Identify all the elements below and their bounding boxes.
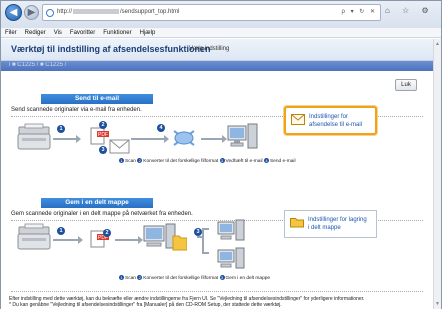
menu-view[interactable]: Vis	[54, 28, 62, 37]
url-path: /sendsupport_top.html	[120, 9, 180, 15]
envelope-icon	[291, 114, 305, 125]
computer-icon	[217, 247, 245, 269]
browser-toolbar: ◀ ▶ http:// /sendsupport_top.html ρ ▾ ↻ ✕…	[1, 1, 441, 28]
flow-arrow	[201, 135, 227, 143]
flow-arrow	[115, 236, 143, 244]
printer-icon	[17, 123, 51, 150]
page-title: Værktøj til indstilling af afsendelsesfu…	[11, 44, 211, 54]
menu-bar: Filer Rediger Vis Favoritter Funktioner …	[1, 28, 441, 38]
flow-arrow	[131, 135, 169, 143]
folder-steps-caption: 1 Scan 2 Konverter til det forskellige fil…	[119, 275, 271, 281]
url-prefix: http://	[57, 9, 73, 15]
email-steps-caption: 1 Scan 2 Konverter til det forskellige fil…	[119, 158, 296, 164]
url-host-redacted	[73, 8, 120, 14]
svg-text:PDF: PDF	[98, 132, 108, 138]
computer-with-folder-icon	[143, 223, 187, 251]
network-branch-icon	[197, 228, 209, 254]
email-section-description: Send scannede originaler via e-mail fra …	[11, 107, 142, 113]
scroll-up-icon[interactable]: ▲	[435, 41, 440, 47]
folder-section-heading: Gem i en delt mappe	[41, 198, 153, 208]
menu-edit[interactable]: Rediger	[25, 28, 46, 37]
step-4-badge: 4	[157, 124, 165, 132]
scroll-down-icon[interactable]: ▼	[435, 301, 440, 307]
pdf-document-icon: PDF	[90, 127, 109, 145]
arrow-right-icon: ▶	[27, 7, 36, 18]
forward-button[interactable]: ▶	[24, 5, 39, 20]
step-1-badge: 1	[57, 125, 65, 133]
email-settings-label: Indstillinger for afsendelse til e-mail	[309, 114, 363, 128]
computer-icon	[227, 123, 258, 149]
arrow-left-icon: ◀	[9, 7, 18, 18]
flow-arrow	[53, 236, 83, 244]
vertical-scrollbar[interactable]: ▲ ▼	[433, 39, 441, 309]
home-favorites-tools-icons[interactable]: ⌂ ☆ ⚙	[385, 6, 434, 15]
flow-arrow	[53, 135, 81, 143]
step-2-badge: 2	[103, 229, 111, 237]
page-subtitle: Vælg indstilling	[189, 46, 230, 52]
email-settings-link[interactable]: Indstillinger for afsendelse til e-mail	[284, 106, 377, 135]
page-header: Værktøj til indstilling af afsendelsesfu…	[1, 39, 433, 61]
shared-folder-settings-label: Indstillinger for lagring i delt mappe	[308, 217, 367, 231]
folder-icon	[290, 218, 304, 228]
menu-tools[interactable]: Funktioner	[103, 28, 131, 37]
address-bar[interactable]: http:// /sendsupport_top.html ρ ▾ ↻ ✕	[42, 4, 381, 21]
menu-help[interactable]: Hjælp	[140, 28, 156, 37]
email-section-heading: Send til e-mail	[41, 94, 153, 104]
address-tools[interactable]: ρ ▾ ↻ ✕	[342, 5, 377, 20]
footer-line-2: * Du kan genåbne "Vejledning til afsende…	[9, 302, 282, 308]
back-button[interactable]: ◀	[5, 4, 22, 21]
envelope-icon	[109, 139, 130, 154]
folder-section-description: Gem scannede originaler i en delt mappe …	[11, 211, 193, 217]
browser-window: ◀ ▶ http:// /sendsupport_top.html ρ ▾ ↻ ✕…	[0, 0, 442, 309]
breadcrumb-bar: i ■ C1225 / ■ C1225 /	[1, 61, 433, 71]
printer-icon	[17, 223, 51, 250]
page-content: Værktøj til indstilling af afsendelsesfu…	[1, 39, 433, 309]
close-button[interactable]: Luk	[395, 79, 417, 91]
menu-favorites[interactable]: Favoritter	[70, 28, 95, 37]
step-2-badge: 2	[99, 121, 107, 129]
network-icon	[173, 130, 195, 146]
step-1-badge: 1	[57, 227, 65, 235]
step-3-badge: 3	[99, 146, 107, 154]
menu-file[interactable]: Filer	[5, 28, 17, 37]
footer-note: Efter indstilling med dette værktøj, kan…	[9, 296, 429, 308]
ie-favicon-icon	[46, 9, 54, 17]
computer-icon	[217, 219, 245, 241]
breadcrumb: i ■ C1225 / ■ C1225 /	[9, 62, 67, 68]
shared-folder-settings-link[interactable]: Indstillinger for lagring i delt mappe	[284, 210, 377, 238]
divider	[11, 291, 423, 292]
